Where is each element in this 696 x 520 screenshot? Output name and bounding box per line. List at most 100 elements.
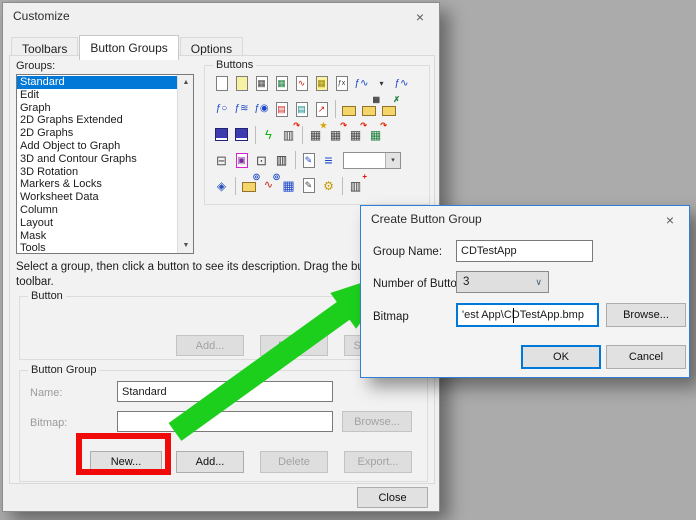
button-delete-button[interactable]: Delete [260,335,328,356]
separator [335,100,336,118]
button-add-button[interactable]: Add... [176,335,244,356]
group-item[interactable]: Graph [17,102,177,115]
new-2d-function-plot-icon[interactable]: ƒ∿ [353,75,370,93]
scroll-up-icon[interactable]: ▲ [178,75,194,90]
cancel-button[interactable]: Cancel [606,345,686,369]
chevron-down-icon[interactable]: ▾ [385,153,400,168]
import-ascii-icon[interactable]: ▦↷ [327,126,344,144]
separator [255,126,256,144]
number-of-buttons-select[interactable]: 3 ∨ [456,271,549,293]
new-function-icon[interactable]: ƒx [333,75,350,93]
new-excel-icon[interactable]: ▦ [273,75,290,93]
groups-list-items: StandardEditGraph2D Graphs Extended2D Gr… [17,76,177,254]
import-wizard-icon[interactable]: ▦★ [307,126,324,144]
group-item[interactable]: 2D Graphs Extended [17,114,177,127]
new-folder-icon[interactable] [233,75,250,93]
group-item[interactable]: Markers & Locks [17,178,177,191]
save-project-icon[interactable] [213,126,230,144]
new-3d-parametric-plot-icon[interactable]: ƒ◉ [253,100,270,118]
group-item[interactable]: 2D Graphs [17,127,177,140]
create-bitmap-label: Bitmap [373,311,409,323]
button-groupbox-label: Button [28,290,66,302]
buttons-groupbox-label: Buttons [213,59,256,71]
slideshow-icon[interactable]: ⊡ [253,151,270,169]
bitmap-label: Bitmap: [30,417,67,429]
group-item[interactable]: Layout [17,217,177,230]
theme-combo[interactable]: ▾ [343,152,401,169]
name-label: Name: [30,387,62,399]
new-2d-parametric-plot-icon[interactable]: ƒ○ [213,100,230,118]
screen-capture-icon[interactable]: ▣ [233,151,250,169]
video-icon[interactable]: ▥ [273,151,290,169]
new-graph-icon[interactable]: ∿ [293,75,310,93]
dropdown-arrow-icon[interactable]: ▾ [373,75,390,93]
scroll-down-icon[interactable]: ▼ [178,238,194,253]
import-excel-icon[interactable]: ▦↷ [367,126,384,144]
tab-button-groups[interactable]: Button Groups [79,35,178,60]
close-button[interactable]: Close [357,487,428,508]
groups-scrollbar[interactable]: ▲ ▼ [177,75,193,253]
group-name-label: Group Name: [373,246,442,258]
print-icon[interactable]: ⊟ [213,151,230,169]
import-multiple-ascii-icon[interactable]: ▦↷ [347,126,364,144]
new-notes-icon[interactable]: ▤ [293,100,310,118]
group-add-button[interactable]: Add... [176,451,244,473]
group-item[interactable]: Standard [17,76,177,89]
open-excel-icon[interactable]: ✗ [380,100,397,118]
group-item[interactable]: Column [17,204,177,217]
open-icon[interactable] [340,100,357,118]
labtalk-icon[interactable]: ⚙ [320,177,337,195]
customize-title: Customize [3,3,439,29]
group-export-button[interactable]: Export... [344,451,412,473]
group-delete-button[interactable]: Delete [260,451,328,473]
add-column-icon[interactable]: ▥+ [347,177,364,195]
group-name-field[interactable]: Standard [117,381,333,402]
new-project-icon[interactable] [213,75,230,93]
create-button-group-dialog: Create Button Group × Group Name: CDTest… [360,205,690,378]
layer-arrange-icon[interactable]: ≡ [320,151,337,169]
create-bitmap-field[interactable]: 'est App\CDTestApp.bmp [456,303,599,327]
create-dialog-title: Create Button Group [361,206,689,232]
number-of-buttons-value: 3 [463,276,469,288]
project-explorer-icon[interactable]: ◈ [213,177,230,195]
browse-button[interactable]: Browse... [606,303,686,327]
group-item[interactable]: Worksheet Data [17,191,177,204]
find-in-project-icon[interactable]: ◎ [240,177,257,195]
bitmap-path-text: 'est App\CDTestApp.bmp [462,309,584,321]
group-item[interactable]: 3D and Contour Graphs [17,153,177,166]
new-2d-function-plot-alt-icon[interactable]: ƒ∿ [393,75,410,93]
transfer-page-icon[interactable]: ↗ [313,100,330,118]
groups-list[interactable]: StandardEditGraph2D Graphs Extended2D Gr… [16,74,194,254]
group-item[interactable]: Edit [17,89,177,102]
format-worksheet-icon[interactable]: ✎ [300,177,317,195]
create-close-icon[interactable]: × [659,211,681,229]
run-script-icon[interactable]: ϟ [260,126,277,144]
new-3d-function-plot-icon[interactable]: ƒ≋ [233,100,250,118]
chevron-down-icon: ∨ [535,277,542,288]
screen: Customize × ToolbarsButton GroupsOptions… [0,0,696,520]
ok-button[interactable]: OK [521,345,601,369]
new-matrix-icon[interactable]: ▦ [313,75,330,93]
create-group-name-field[interactable]: CDTestApp [456,240,593,262]
group-browse-button[interactable]: Browse... [342,411,412,432]
open-template-icon[interactable]: ▦ [360,100,377,118]
duplicate-window-icon[interactable]: ▥↷ [280,126,297,144]
group-item[interactable]: 3D Rotation [17,166,177,179]
groups-label: Groups: [16,60,55,72]
button-group-groupbox-label: Button Group [28,364,99,376]
highlight-box [76,433,171,475]
find-graph-icon[interactable]: ∿◎ [260,177,277,195]
close-icon[interactable]: × [409,8,431,26]
separator [235,177,236,195]
format-page-icon[interactable]: ✎ [300,151,317,169]
group-item[interactable]: Mask [17,230,177,243]
worksheet-display-icon[interactable]: ▦ [280,177,297,195]
group-item[interactable]: Add Object to Graph [17,140,177,153]
separator [302,126,303,144]
separator [342,177,343,195]
new-layout-icon[interactable]: ▤ [273,100,290,118]
group-item[interactable]: Tools [17,242,177,254]
save-template-icon[interactable] [233,126,250,144]
new-worksheet-icon[interactable]: ▦ [253,75,270,93]
group-bitmap-field[interactable] [117,411,333,432]
